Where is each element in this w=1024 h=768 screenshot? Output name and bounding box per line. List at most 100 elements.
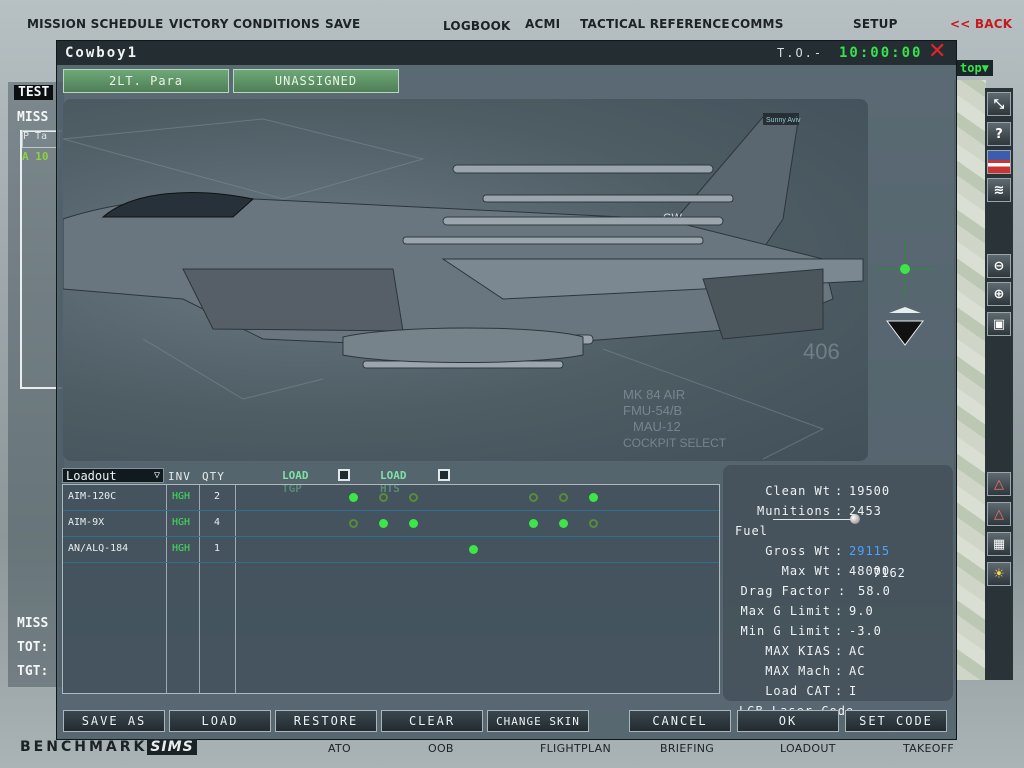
ok-button[interactable]: OK	[737, 710, 839, 732]
load-button[interactable]: LOAD	[169, 710, 271, 732]
logo-main: BENCHMARK	[20, 739, 148, 755]
hardpoint-dot[interactable]	[379, 519, 388, 528]
hardpoint-dot[interactable]	[409, 493, 418, 502]
hardpoint-dot[interactable]	[589, 519, 598, 528]
weapon-name: AN/ALQ-184	[68, 543, 129, 554]
hardpoint-dot[interactable]	[379, 493, 388, 502]
set-code-button[interactable]: SET CODE	[845, 710, 947, 732]
stat-drag-factor: Drag Factor:58.0	[740, 584, 891, 598]
nav-briefing[interactable]: BRIEFING	[660, 742, 714, 755]
loadout-table: AIM-120C HGH 2 AIM-9X HGH 4 AN/ALQ-184 H…	[62, 484, 720, 694]
nav-oob[interactable]: OOB	[428, 742, 454, 755]
hardpoint-dot[interactable]	[589, 493, 598, 502]
zoom-out-icon[interactable]: ⊖	[987, 254, 1011, 278]
menu-acmi[interactable]: ACMI	[525, 17, 560, 31]
triangle-icon[interactable]: △	[987, 502, 1011, 526]
menu-comms[interactable]: COMMS	[731, 17, 784, 31]
background-grid: P Ta	[22, 130, 60, 148]
hardpoint-dot[interactable]	[559, 519, 568, 528]
down-arrow-icon[interactable]	[883, 307, 927, 351]
image-fmu: FMU-54/B	[623, 403, 682, 418]
sun-icon[interactable]: ☀	[987, 562, 1011, 586]
image-mk84: MK 84 AIR	[623, 387, 685, 402]
stat-max-kias: MAX KIAS: AC	[765, 644, 866, 658]
qty-header: QTY	[202, 470, 225, 483]
stat-fuel: Fuel 7162	[723, 510, 953, 580]
back-button[interactable]: << BACK	[950, 17, 1012, 31]
loadout-select[interactable]: Loadout ▽	[62, 468, 164, 483]
dropdown-arrow-icon: ▽	[153, 470, 160, 481]
terrain-icon[interactable]: ▦	[987, 532, 1011, 556]
menu-victory-conditions[interactable]: VICTORY CONDITIONS	[169, 17, 320, 31]
fuel-slider-track[interactable]	[773, 519, 853, 520]
weapon-inventory: HGH	[172, 543, 191, 554]
flight-callsign: Cowboy1	[65, 45, 139, 61]
loadout-select-label: Loadout	[66, 469, 117, 483]
weapon-qty: 4	[214, 517, 221, 528]
background-tgt-label: TGT:	[17, 664, 49, 679]
nav-loadout[interactable]: LOADOUT	[780, 742, 836, 755]
unassigned-tab[interactable]: UNASSIGNED	[233, 69, 399, 93]
menu-tactical-reference[interactable]: TACTICAL REFERENCE	[580, 17, 730, 31]
change-skin-button[interactable]: CHANGE SKIN	[487, 710, 589, 732]
table-row[interactable]: AIM-9X HGH 4	[63, 511, 719, 537]
weather-icon[interactable]: ≋	[987, 178, 1011, 202]
image-406: 406	[803, 339, 840, 364]
hardpoint-dot[interactable]	[409, 519, 418, 528]
cancel-button[interactable]: CANCEL	[629, 710, 731, 732]
image-mau: MAU-12	[633, 419, 681, 434]
menu-save[interactable]: SAVE	[325, 17, 360, 31]
load-tgp-checkbox[interactable]	[338, 469, 350, 481]
close-icon[interactable]: ✕	[928, 41, 946, 63]
aircraft-preview: MK 84 AIR FMU-54/B MAU-12 COCKPIT SELECT…	[63, 99, 868, 461]
table-row[interactable]: AIM-120C HGH 2	[63, 485, 719, 511]
stat-min-g: Min G Limit: -3.0	[740, 624, 882, 638]
us-flag-icon[interactable]	[987, 150, 1011, 174]
nav-flightplan[interactable]: FLIGHTPLAN	[540, 742, 611, 755]
logo-sims: SIMS	[147, 739, 197, 755]
triangle-icon[interactable]: △	[987, 472, 1011, 496]
image-cockpit: COCKPIT SELECT	[623, 436, 727, 450]
frame-icon[interactable]: ▣	[987, 312, 1011, 336]
hardpoint-dot[interactable]	[349, 493, 358, 502]
restore-button[interactable]: RESTORE	[275, 710, 377, 732]
takeoff-time: 10:00:00	[839, 45, 923, 61]
zoom-in-icon[interactable]: ⊕	[987, 282, 1011, 306]
stat-max-mach: MAX Mach: AC	[765, 664, 866, 678]
weapon-qty: 2	[214, 491, 221, 502]
map-strip[interactable]	[954, 80, 986, 680]
pilot-tab[interactable]: 2LT. Para	[63, 69, 229, 93]
aircraft-illustration: MK 84 AIR FMU-54/B MAU-12 COCKPIT SELECT…	[63, 113, 864, 460]
hardpoint-dot[interactable]	[559, 493, 568, 502]
hardpoint-dot[interactable]	[529, 493, 538, 502]
weapon-inventory: HGH	[172, 491, 191, 502]
hardpoint-dot[interactable]	[529, 519, 538, 528]
hardpoint-dot[interactable]	[349, 519, 358, 528]
hardpoint-dot[interactable]	[469, 545, 478, 554]
zoom-fit-icon[interactable]: ⤡	[987, 92, 1011, 116]
help-icon[interactable]: ?	[987, 122, 1011, 146]
menu-logbook[interactable]: LOGBOOK	[443, 19, 511, 33]
fuel-slider-knob[interactable]	[850, 514, 860, 524]
background-test-label: TEST	[14, 85, 54, 100]
save-as-button[interactable]: SAVE AS	[63, 710, 165, 732]
table-row[interactable]: AN/ALQ-184 HGH 1	[63, 537, 719, 563]
load-hts-checkbox[interactable]	[438, 469, 450, 481]
map-top-dropdown[interactable]: top▼	[956, 60, 993, 76]
nav-ato[interactable]: ATO	[328, 742, 351, 755]
weapon-name: AIM-120C	[68, 491, 117, 502]
weapon-qty: 1	[214, 543, 221, 554]
nav-takeoff[interactable]: TAKEOFF	[903, 742, 954, 755]
stat-gross-wt: Gross Wt:29115	[765, 544, 891, 558]
top-menu: MISSION SCHEDULE VICTORY CONDITIONS SAVE…	[0, 0, 1024, 40]
rotate-crosshair-icon[interactable]	[877, 241, 933, 297]
menu-setup[interactable]: SETUP	[853, 17, 898, 31]
menu-mission-schedule[interactable]: MISSION SCHEDULE	[27, 17, 163, 31]
clear-button[interactable]: CLEAR	[381, 710, 483, 732]
takeoff-label: T.O.-	[777, 46, 824, 60]
stat-load-cat: Load CAT: I	[765, 684, 858, 698]
stat-laser-code: LGB Laser Code 1688	[723, 690, 953, 732]
loadout-window: Cowboy1 T.O.- 10:00:00 ✕ 2LT. Para UNASS…	[56, 40, 957, 740]
stat-max-g: Max G Limit:9.0	[740, 604, 874, 618]
background-green-row[interactable]: A 10	[22, 150, 49, 163]
